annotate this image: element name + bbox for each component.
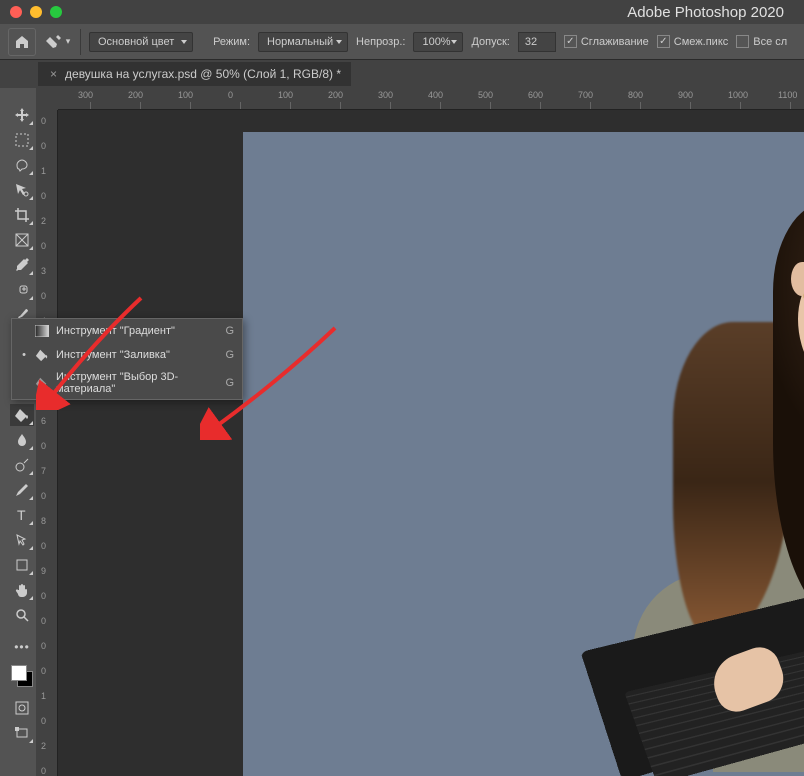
antialias-label: Сглаживание: [581, 36, 649, 48]
ruler-corner: [36, 88, 58, 110]
titlebar: Adobe Photoshop 2020: [0, 0, 804, 24]
hand-tool[interactable]: [10, 579, 34, 601]
tolerance-input[interactable]: [518, 32, 556, 52]
lasso-tool[interactable]: [10, 154, 34, 176]
flyout-shortcut: G: [222, 377, 234, 389]
svg-text:T: T: [17, 507, 26, 523]
screenmode-toggle[interactable]: [10, 722, 34, 744]
mode-label: Режим:: [213, 36, 250, 48]
horizontal-ruler[interactable]: 3002001000100200300400500600700800900100…: [58, 88, 804, 110]
divider: [80, 29, 81, 55]
move-tool[interactable]: [10, 104, 34, 126]
fg-color[interactable]: [11, 665, 27, 681]
bucket-tool[interactable]: [10, 404, 34, 426]
vertical-ruler[interactable]: 001020304050607080900001020: [36, 110, 58, 776]
app-title: Adobe Photoshop 2020: [62, 4, 794, 21]
selection-tool[interactable]: [10, 179, 34, 201]
minimize-window[interactable]: [30, 6, 42, 18]
photo-subject: [653, 202, 804, 776]
gradient-icon: [34, 323, 50, 339]
flyout-item-label: Инструмент "Заливка": [56, 349, 216, 361]
flyout-bucket-tool[interactable]: Инструмент "Заливка" G: [12, 343, 242, 367]
opacity-label: Непрозр.:: [356, 36, 405, 48]
zoom-tool[interactable]: [10, 604, 34, 626]
canvas-area[interactable]: [58, 110, 804, 776]
flyout-shortcut: G: [222, 349, 234, 361]
flyout-shortcut: G: [222, 325, 234, 337]
pen-tool[interactable]: [10, 479, 34, 501]
eyedropper-tool[interactable]: [10, 254, 34, 276]
workspace: T ••• 3002001000100200300400500600700800…: [0, 88, 804, 776]
home-button[interactable]: [8, 28, 36, 56]
fill-source-dropdown[interactable]: Основной цвет: [89, 32, 193, 52]
3dmaterial-icon: [34, 375, 50, 391]
canvas-viewport: 3002001000100200300400500600700800900100…: [36, 88, 804, 776]
more-tools[interactable]: •••: [10, 636, 34, 658]
document-tabbar: × девушка на услугах.psd @ 50% (Слой 1, …: [0, 60, 804, 88]
blend-mode-dropdown[interactable]: Нормальный: [258, 32, 348, 52]
all-layers-checkbox[interactable]: Все сл: [736, 35, 787, 48]
tool-flyout: Инструмент "Градиент" G Инструмент "Зали…: [11, 318, 243, 400]
flyout-gradient-tool[interactable]: Инструмент "Градиент" G: [12, 319, 242, 343]
toolbox: T •••: [8, 88, 36, 776]
contiguous-label: Смеж.пикс: [674, 36, 728, 48]
flyout-item-label: Инструмент "Градиент": [56, 325, 216, 337]
color-swatches[interactable]: [11, 665, 33, 687]
frame-tool[interactable]: [10, 229, 34, 251]
all-layers-label: Все сл: [753, 36, 787, 48]
healing-tool[interactable]: [10, 279, 34, 301]
crop-tool[interactable]: [10, 204, 34, 226]
close-tab-icon[interactable]: ×: [48, 67, 59, 81]
shape-tool[interactable]: [10, 554, 34, 576]
left-gutter: [0, 88, 8, 776]
maximize-window[interactable]: [50, 6, 62, 18]
quickmask-toggle[interactable]: [10, 697, 34, 719]
bucket-icon: [34, 347, 50, 363]
opacity-input[interactable]: 100%: [413, 32, 463, 52]
antialias-checkbox[interactable]: Сглаживание: [564, 35, 649, 48]
blur-tool[interactable]: [10, 429, 34, 451]
marquee-tool[interactable]: [10, 129, 34, 151]
window-controls: [10, 6, 62, 18]
document-tab[interactable]: × девушка на услугах.psd @ 50% (Слой 1, …: [38, 62, 351, 86]
options-bar: ▾ Основной цвет Режим: Нормальный Непроз…: [0, 24, 804, 60]
path-selection-tool[interactable]: [10, 529, 34, 551]
flyout-item-label: Инструмент "Выбор 3D-материала": [56, 371, 216, 395]
dodge-tool[interactable]: [10, 454, 34, 476]
contiguous-checkbox[interactable]: Смеж.пикс: [657, 35, 728, 48]
flyout-3dmaterial-tool[interactable]: Инструмент "Выбор 3D-материала" G: [12, 367, 242, 399]
tolerance-label: Допуск:: [471, 36, 509, 48]
tool-preview[interactable]: ▾: [44, 31, 72, 53]
type-tool[interactable]: T: [10, 504, 34, 526]
close-window[interactable]: [10, 6, 22, 18]
document-tab-label: девушка на услугах.psd @ 50% (Слой 1, RG…: [65, 67, 341, 81]
canvas[interactable]: [243, 132, 804, 776]
